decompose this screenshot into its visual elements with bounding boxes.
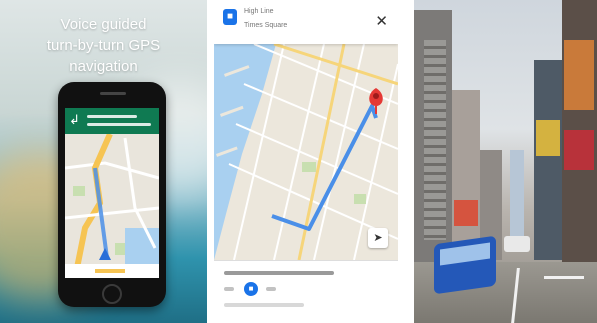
turn-arrow-icon: ↲ — [69, 112, 80, 127]
promo-panel: Voice guided turn-by-turn GPS navigation — [0, 0, 207, 323]
instruction-line — [87, 115, 137, 118]
billboard — [564, 130, 594, 170]
subway-icon: ■ — [244, 282, 258, 296]
trip-summary: ■ — [214, 260, 398, 323]
promo-title: Voice guided turn-by-turn GPS navigation — [0, 14, 207, 77]
close-icon[interactable]: ✕ — [375, 12, 388, 30]
navigation-banner: ↲ — [65, 108, 159, 134]
building-windows — [424, 40, 446, 240]
building — [534, 60, 562, 260]
billboard — [454, 200, 478, 226]
phone-device: ↲ — [58, 82, 166, 307]
origin-label[interactable]: High Line — [244, 8, 274, 15]
walk-step — [266, 287, 276, 291]
route-header: ■ High Line Times Square ✕ — [214, 0, 398, 44]
billboard — [536, 120, 560, 156]
instruction-line — [87, 123, 151, 126]
transit-icon[interactable]: ■ — [223, 9, 237, 25]
directions-panel: ■ High Line Times Square ✕ ➤ ■ — [214, 0, 398, 323]
promo-title-line-1: Voice guided — [60, 16, 147, 33]
promo-title-line-2: turn-by-turn GPS — [46, 37, 161, 54]
phone-speaker — [100, 92, 126, 95]
walk-step — [224, 287, 234, 291]
billboard — [564, 40, 594, 110]
street-view-image — [414, 0, 597, 323]
destination-label[interactable]: Times Square — [244, 22, 287, 29]
lane-marking — [544, 276, 584, 279]
trip-time-line — [224, 271, 334, 275]
bus — [434, 235, 496, 295]
promo-title-line-3: navigation — [69, 58, 138, 75]
compass-icon[interactable]: ➤ — [368, 228, 388, 248]
car — [504, 236, 530, 252]
home-button-icon — [102, 284, 122, 304]
phone-screen: ↲ — [65, 108, 159, 278]
building — [452, 90, 480, 260]
building — [510, 150, 524, 250]
trip-detail-line — [224, 303, 304, 307]
